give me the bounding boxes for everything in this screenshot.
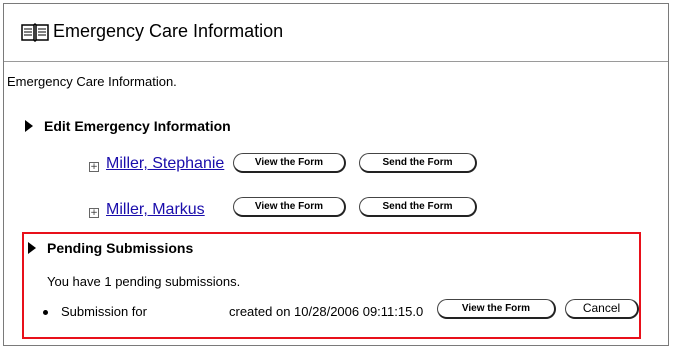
send-form-button[interactable]: Send the Form [359, 197, 477, 217]
book-icon [21, 23, 49, 42]
collapse-arrow-icon[interactable] [25, 120, 33, 132]
view-form-button[interactable]: View the Form [233, 197, 346, 217]
cancel-submission-button[interactable]: Cancel [565, 299, 639, 319]
panel-header: Emergency Care Information [4, 4, 668, 62]
expand-plus-icon[interactable]: + [89, 162, 99, 172]
view-form-button[interactable]: View the Form [233, 153, 346, 173]
pending-section-label: Pending Submissions [47, 240, 194, 256]
person-link[interactable]: Miller, Markus [106, 201, 205, 219]
pending-submissions-box: Pending Submissions You have 1 pending s… [22, 232, 641, 339]
collapse-arrow-icon[interactable] [28, 242, 36, 254]
pending-summary: You have 1 pending submissions. [47, 274, 241, 289]
submission-label: Submission for [61, 304, 147, 319]
person-link[interactable]: Miller, Stephanie [106, 155, 224, 173]
view-submission-button[interactable]: View the Form [437, 299, 556, 319]
submission-created: created on 10/28/2006 09:11:15.0 [229, 304, 424, 319]
edit-section-label: Edit Emergency Information [44, 118, 231, 134]
intro-text: Emergency Care Information. [7, 74, 177, 89]
expand-plus-icon[interactable]: + [89, 208, 99, 218]
page-title: Emergency Care Information [53, 21, 284, 41]
bullet-icon [43, 310, 48, 315]
send-form-button[interactable]: Send the Form [359, 153, 477, 173]
